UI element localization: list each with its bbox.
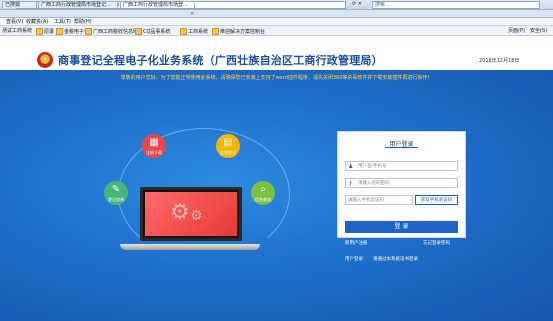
folder-icon (212, 28, 219, 35)
favorite-5[interactable]: 工商系统 (180, 28, 208, 35)
certificate-login-link[interactable]: 请通过本系统证书登录 (373, 256, 418, 262)
safety-menu[interactable]: 安全(S) (530, 28, 547, 34)
user-icon: ♟ (348, 163, 354, 170)
get-sms-code-button[interactable]: 获取手机验证码 (415, 195, 458, 205)
favorite-4[interactable]: CQ品事系统 (135, 28, 170, 35)
forgot-password-link[interactable]: 忘记登录密码 (423, 240, 450, 246)
refresh-icon[interactable]: ⟳ ✕ (352, 1, 362, 7)
close-tab-icon[interactable]: ✕ (190, 11, 194, 17)
grid-icon: ▦ (149, 137, 159, 148)
menu-view[interactable]: 查看(V) (6, 19, 23, 25)
favorite-3[interactable]: 广西工商税收信息网 (85, 28, 138, 35)
tab-2[interactable]: 广西工商行政管理局市场登... (120, 1, 195, 8)
folder-icon (180, 28, 187, 35)
gear-icon: ⚙ (170, 200, 190, 225)
favorite-6[interactable]: 难迎解决方案控制台 (212, 28, 265, 35)
menu-favorites[interactable]: 收藏夹(A) (26, 19, 48, 25)
folder-icon (85, 28, 92, 35)
folder-icon (56, 28, 63, 35)
menu-help[interactable]: 帮助(H) (74, 19, 92, 25)
key-icon: ⚷ (348, 180, 353, 187)
edit-icon: ✎ (111, 184, 121, 195)
laptop-base (120, 244, 260, 250)
password-input[interactable]: ⚷ 请输入您的密码 (345, 178, 458, 188)
tab-bar (0, 10, 553, 18)
sms-code-input[interactable]: 请输入手机验证码 (345, 195, 413, 205)
username-input[interactable]: ♟ 用户名/手机号 (345, 161, 458, 171)
calendar-icon: ▤ (223, 137, 233, 148)
tab-0[interactable]: 已搜狐 (2, 1, 37, 8)
feature-register-download[interactable]: ▦ 注册下载 (142, 134, 166, 158)
menu-tools[interactable]: 工具(T) (54, 19, 71, 25)
favorite-0[interactable]: 测试工商系统 (2, 28, 32, 34)
current-date: 2018年12月18日 (479, 58, 520, 64)
national-emblem-icon (37, 52, 53, 68)
gear-icon: ⚙ (190, 208, 203, 224)
feature-name-registration[interactable]: ▤ 名称登记 (216, 134, 240, 158)
page-title: 商事登记全程电子化业务系统（广西壮族自治区工商行政管理局） (58, 54, 383, 67)
install-notice: 尊敬的用户您好，为了您能正常使用此系统，请确保您已安装上支持了word插件程序，… (120, 75, 433, 81)
folder-icon (135, 28, 142, 35)
tab-1[interactable]: 广西工商行政管理局市场登记... (38, 1, 118, 8)
register-link[interactable]: 新用户注册 (345, 240, 368, 246)
favorite-1[interactable]: 原录 (36, 28, 54, 35)
browser-search-input[interactable]: 搜索... (372, 1, 540, 9)
user-login-label: 用户登录： (345, 257, 368, 262)
search-icon: ⌕ (260, 184, 266, 195)
page-menu[interactable]: 页面(P) (508, 28, 525, 34)
login-button[interactable]: 登 录 (345, 221, 458, 233)
folder-icon (36, 28, 43, 35)
feature-info-query[interactable]: ⌕ 信息查询 (251, 181, 275, 205)
feature-registration-consult[interactable]: ✎ 登记咨询 (104, 181, 128, 205)
login-title-underline (385, 147, 418, 148)
